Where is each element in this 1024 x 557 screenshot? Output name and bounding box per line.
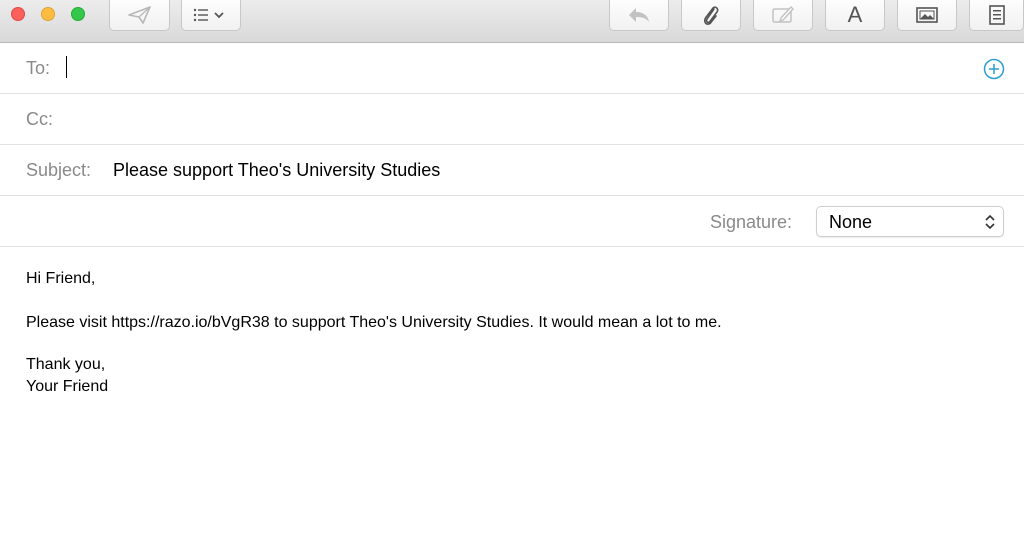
zoom-window-button[interactable]: [71, 7, 85, 21]
body-message: Please visit https://razo.io/bVgR38 to s…: [26, 314, 722, 331]
to-row: To:: [0, 43, 1024, 94]
signature-selected-value: None: [829, 212, 873, 232]
attach-button[interactable]: [681, 0, 741, 31]
minimize-window-button[interactable]: [41, 7, 55, 21]
reply-button[interactable]: [609, 0, 669, 31]
reply-arrow-icon: [629, 8, 649, 22]
subject-row: Subject: Please support Theo's Universit…: [0, 145, 1024, 196]
up-down-chevron-icon: [985, 214, 995, 230]
paper-plane-icon: [127, 6, 151, 24]
subject-field[interactable]: Please support Theo's University Studies: [113, 160, 440, 181]
body-greeting: Hi Friend,: [26, 270, 96, 287]
subject-label: Subject:: [26, 160, 92, 180]
signature-label: Signature:: [710, 212, 793, 232]
document-icon: [988, 5, 1005, 25]
list-chevron-icon: [193, 8, 224, 22]
close-window-button[interactable]: [11, 7, 25, 21]
photo-icon: [916, 7, 938, 23]
format-list-button[interactable]: [181, 0, 241, 31]
send-button[interactable]: [109, 0, 170, 31]
body-closing: Thank you,: [26, 356, 106, 373]
add-contact-plus-icon[interactable]: [983, 58, 1005, 80]
fonts-button[interactable]: A: [825, 0, 885, 31]
window-toolbar: A: [0, 0, 1024, 43]
cc-label: Cc:: [26, 109, 53, 129]
photo-browser-button[interactable]: [897, 0, 957, 31]
cc-row: Cc:: [0, 94, 1024, 145]
font-icon: A: [847, 2, 863, 27]
paperclip-icon: [703, 6, 719, 26]
body-sign-off: Your Friend: [26, 378, 109, 395]
markup-icon: [772, 5, 794, 23]
format-bar-button[interactable]: [969, 0, 1024, 31]
to-label: To:: [26, 58, 51, 78]
text-cursor: [66, 56, 67, 78]
signature-select[interactable]: None: [816, 206, 1004, 237]
markup-button[interactable]: [753, 0, 813, 31]
